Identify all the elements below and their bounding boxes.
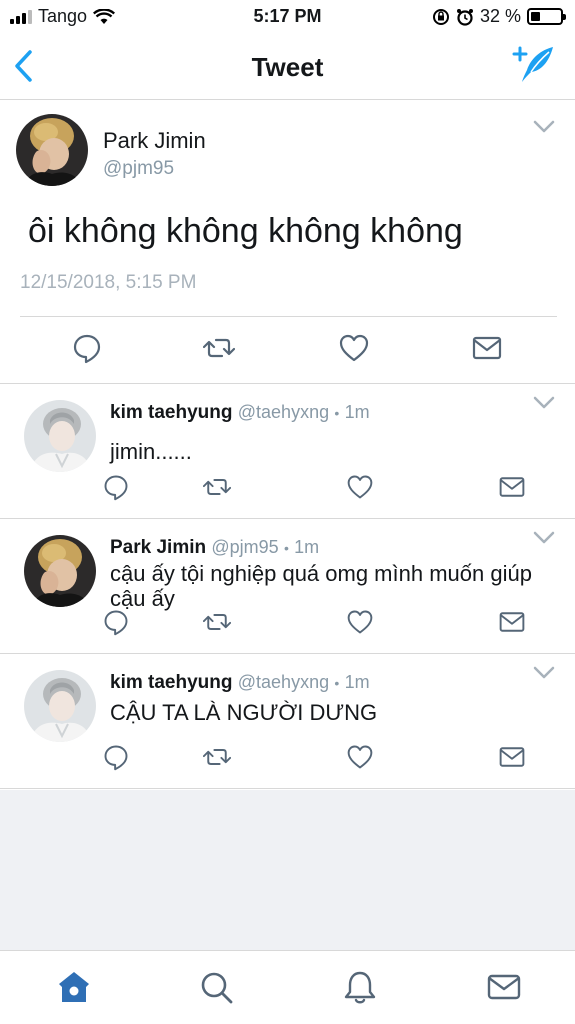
separator-dot: •	[334, 675, 340, 691]
separator-dot: •	[283, 540, 289, 556]
alarm-clock-icon	[456, 8, 473, 26]
avatar[interactable]	[24, 670, 96, 742]
reply-header: kim taehyung @taehyxng • 1m	[110, 402, 370, 424]
reply-header: Park Jimin @pjm95 • 1m	[110, 537, 319, 559]
home-icon[interactable]	[56, 969, 92, 1005]
battery-icon	[527, 8, 566, 25]
compose-tweet-icon[interactable]	[511, 44, 557, 84]
retweet-icon[interactable]	[203, 608, 231, 636]
status-right: 32 %	[432, 6, 566, 27]
chevron-down-icon[interactable]	[533, 531, 555, 545]
chevron-down-icon[interactable]	[533, 396, 555, 410]
like-heart-icon[interactable]	[346, 608, 374, 636]
author-name[interactable]: Park Jimin	[110, 537, 206, 558]
reply-icon[interactable]	[71, 332, 103, 364]
nav-bar: Tweet	[0, 34, 575, 100]
like-heart-icon[interactable]	[338, 332, 370, 364]
tweet-actions	[0, 473, 575, 501]
tweet-text: jimin......	[110, 439, 192, 464]
avatar-image	[16, 114, 88, 186]
tweet-age: 1m	[344, 672, 370, 692]
avatar[interactable]	[24, 535, 96, 607]
avatar-image	[24, 670, 96, 742]
like-heart-icon[interactable]	[346, 743, 374, 771]
reply-icon[interactable]	[102, 743, 130, 771]
direct-message-icon[interactable]	[498, 743, 526, 771]
retweet-icon[interactable]	[203, 743, 231, 771]
page-title: Tweet	[251, 52, 324, 82]
avatar-image	[24, 400, 96, 472]
main-tweet[interactable]: Park Jimin @pjm95 ôi không không không k…	[0, 100, 575, 384]
battery-fill	[531, 12, 540, 21]
messages-envelope-icon[interactable]	[486, 969, 522, 1005]
author-name[interactable]: kim taehyung	[110, 672, 232, 693]
orientation-lock-icon	[432, 8, 449, 25]
chevron-down-icon[interactable]	[533, 120, 555, 134]
reply-tweet[interactable]: kim taehyung @taehyxng • 1m jimin......	[0, 384, 575, 519]
tweet-actions	[0, 332, 575, 370]
author-handle[interactable]: @taehyxng	[238, 402, 329, 422]
avatar[interactable]	[16, 114, 88, 186]
author-name[interactable]: Park Jimin	[103, 128, 206, 154]
tweet-actions	[0, 608, 575, 636]
direct-message-icon[interactable]	[498, 608, 526, 636]
notifications-bell-icon[interactable]	[342, 969, 378, 1005]
retweet-icon[interactable]	[203, 473, 231, 501]
author-handle[interactable]: @pjm95	[211, 537, 278, 557]
avatar-image	[24, 535, 96, 607]
author-handle[interactable]: @pjm95	[103, 158, 174, 180]
retweet-icon[interactable]	[203, 332, 235, 364]
tweet-text: cậu ấy tội nghiệp quá omg mình muốn giúp…	[110, 561, 532, 611]
tweet-age: 1m	[344, 402, 370, 422]
tweet-timestamp: 12/15/2018, 5:15 PM	[20, 272, 197, 293]
reply-tweet[interactable]: Park Jimin @pjm95 • 1m cậu ấy tội nghiệp…	[0, 519, 575, 654]
separator-dot: •	[334, 405, 340, 421]
like-heart-icon[interactable]	[346, 473, 374, 501]
divider	[20, 316, 557, 317]
tweet-actions	[0, 743, 575, 771]
empty-background	[0, 790, 575, 950]
tab-bar	[0, 950, 575, 1024]
tweet-age: 1m	[294, 537, 320, 557]
search-icon[interactable]	[198, 969, 234, 1005]
status-bar: Tango 5:17 PM 32 %	[0, 0, 575, 34]
chevron-down-icon[interactable]	[533, 666, 555, 680]
tweet-text: CẬU TA LÀ NGƯỜI DƯNG	[110, 700, 378, 725]
direct-message-icon[interactable]	[498, 473, 526, 501]
avatar[interactable]	[24, 400, 96, 472]
reply-tweet[interactable]: kim taehyung @taehyxng • 1m CẬU TA LÀ NG…	[0, 654, 575, 789]
reply-icon[interactable]	[102, 608, 130, 636]
author-handle[interactable]: @taehyxng	[238, 672, 329, 692]
reply-header: kim taehyung @taehyxng • 1m	[110, 672, 370, 694]
tweet-text: ôi không không không không	[28, 212, 463, 250]
reply-icon[interactable]	[102, 473, 130, 501]
author-name[interactable]: kim taehyung	[110, 402, 232, 423]
battery-percent: 32 %	[479, 6, 521, 26]
direct-message-icon[interactable]	[471, 332, 503, 364]
